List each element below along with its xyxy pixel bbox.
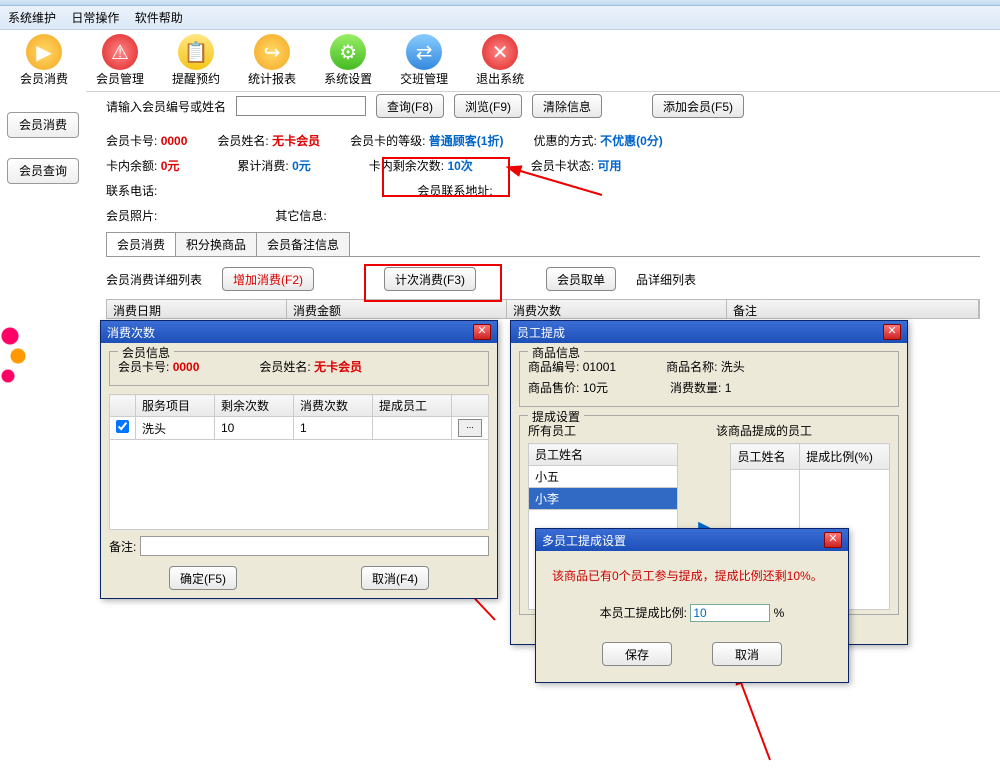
- swap-icon: ⇄: [406, 34, 442, 70]
- menu-help[interactable]: 软件帮助: [135, 11, 183, 25]
- order-button[interactable]: 会员取单: [546, 267, 616, 291]
- close-icon: ✕: [482, 34, 518, 70]
- sidebar: 会员消费 会员查询: [0, 86, 86, 769]
- dlg3-save-button[interactable]: 保存: [602, 642, 672, 666]
- add-member-button[interactable]: 添加会员(F5): [652, 94, 744, 118]
- dlg3-cancel-button[interactable]: 取消: [712, 642, 782, 666]
- row-checkbox[interactable]: [116, 420, 129, 433]
- other-label: 其它信息:: [275, 207, 326, 224]
- search-input[interactable]: [236, 96, 366, 116]
- dlg3-message: 该商品已有0个员工参与提成，提成比例还剩10%。: [552, 567, 832, 584]
- detail-label: 会员消费详细列表: [106, 271, 202, 288]
- menu-daily[interactable]: 日常操作: [71, 11, 119, 25]
- count-consume-button[interactable]: 计次消费(F3): [384, 267, 476, 291]
- query-button[interactable]: 查询(F8): [376, 94, 444, 118]
- menu-sys[interactable]: 系统维护: [8, 11, 56, 25]
- gear-icon: ⚙: [330, 34, 366, 70]
- dialog-multi-commission: 多员工提成设置✕ 该商品已有0个员工参与提成，提成比例还剩10%。 本员工提成比…: [535, 528, 849, 683]
- tab-consume[interactable]: 会员消费: [106, 232, 176, 256]
- tool-settings[interactable]: ⚙系统设置: [324, 34, 372, 87]
- staff-row-selected[interactable]: 小李: [529, 488, 678, 510]
- dialog-consume-count: 消费次数✕ 会员信息 会员卡号: 0000 会员姓名: 无卡会员 服务项目剩余次…: [100, 320, 498, 599]
- discount-value: 不优惠(0分): [600, 134, 663, 148]
- add-consume-button[interactable]: 增加消费(F2): [222, 267, 314, 291]
- flower-decoration: [0, 306, 30, 416]
- warning-icon: ⚠: [102, 34, 138, 70]
- remain-value: 10次: [447, 159, 472, 173]
- menubar: 系统维护 日常操作 软件帮助: [0, 6, 1000, 30]
- dlg2-title: 员工提成: [517, 324, 565, 341]
- dlg3-rate-input[interactable]: [690, 604, 770, 622]
- tool-exit[interactable]: ✕退出系统: [476, 34, 524, 87]
- notebook-icon: 📋: [178, 34, 214, 70]
- dlg1-close[interactable]: ✕: [473, 324, 491, 340]
- balance-value: 0元: [161, 159, 180, 173]
- browse-button[interactable]: 浏览(F9): [454, 94, 522, 118]
- grid-header: 消费日期 消费金额 消费次数 备注: [106, 299, 980, 319]
- status-value: 可用: [597, 159, 621, 173]
- dlg3-title: 多员工提成设置: [542, 532, 626, 549]
- tool-remind[interactable]: 📋提醒预约: [172, 34, 220, 87]
- photo-label: 会员照片:: [106, 207, 157, 224]
- staff-row[interactable]: 小五: [529, 466, 678, 488]
- tool-consume[interactable]: ▶会员消费: [20, 34, 68, 87]
- member-name-value: 无卡会员: [272, 134, 320, 148]
- clear-button[interactable]: 清除信息: [532, 94, 602, 118]
- sidebar-query[interactable]: 会员查询: [7, 158, 79, 184]
- phone-label: 联系电话:: [106, 182, 157, 199]
- tab-remark[interactable]: 会员备注信息: [256, 232, 350, 256]
- toolbar: ▶会员消费 ⚠会员管理 📋提醒预约 ↪统计报表 ⚙系统设置 ⇄交班管理 ✕退出系…: [0, 30, 1000, 92]
- tool-shift[interactable]: ⇄交班管理: [400, 34, 448, 87]
- total-value: 0元: [292, 159, 311, 173]
- dlg1-ok-button[interactable]: 确定(F5): [169, 566, 237, 590]
- tool-stats[interactable]: ↪统计报表: [248, 34, 296, 87]
- dlg3-close[interactable]: ✕: [824, 532, 842, 548]
- dlg1-title: 消费次数: [107, 324, 155, 341]
- tabs: 会员消费 积分换商品 会员备注信息: [106, 232, 980, 257]
- play-icon: ▶: [26, 34, 62, 70]
- prod-detail-label: 品详细列表: [636, 271, 696, 288]
- sidebar-consume[interactable]: 会员消费: [7, 112, 79, 138]
- tool-manage[interactable]: ⚠会员管理: [96, 34, 144, 87]
- dlg1-cancel-button[interactable]: 取消(F4): [361, 566, 429, 590]
- dlg1-remark-input[interactable]: [140, 536, 489, 556]
- table-row[interactable]: 洗头101...: [110, 417, 489, 440]
- tab-points[interactable]: 积分换商品: [175, 232, 257, 256]
- search-label: 请输入会员编号或姓名: [106, 98, 226, 115]
- card-no-value: 0000: [161, 134, 188, 148]
- dlg2-close[interactable]: ✕: [883, 324, 901, 340]
- level-value: 普通顾客(1折): [429, 134, 504, 148]
- dlg1-table: 服务项目剩余次数消费次数提成员工 洗头101...: [109, 394, 489, 530]
- chart-icon: ↪: [254, 34, 290, 70]
- addr-label: 会员联系地址:: [417, 182, 492, 199]
- row-more-button[interactable]: ...: [458, 419, 482, 437]
